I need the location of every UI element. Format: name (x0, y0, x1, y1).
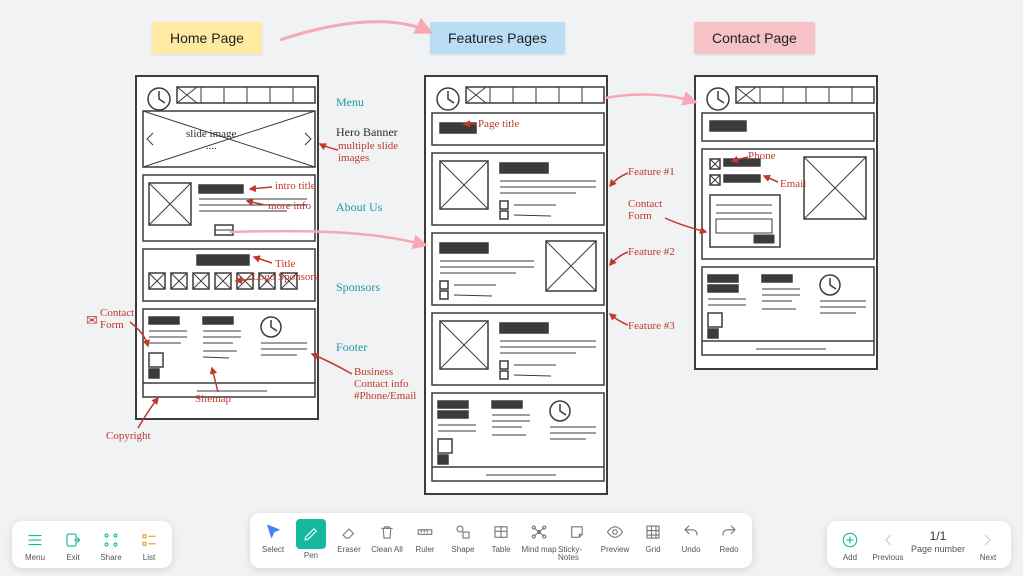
pen-icon (296, 519, 326, 549)
sticky-label: Features Pages (448, 30, 547, 46)
anno-sponsors: Sponsors (336, 280, 380, 295)
anno-copyright: Copyright (106, 430, 151, 442)
next-page-button[interactable]: Next (969, 527, 1007, 564)
mindmap-button[interactable]: Mind map (520, 519, 558, 556)
clean-button[interactable]: Clean All (368, 519, 406, 556)
page-number-display: 1/1 Page number (907, 527, 969, 556)
shape-icon (452, 521, 474, 543)
share-icon (100, 529, 122, 551)
sticky-button[interactable]: Sticky-Notes (558, 519, 596, 564)
eraser-icon (338, 521, 360, 543)
redo-button[interactable]: Redo (710, 519, 748, 556)
menu-icon (24, 529, 46, 551)
previous-page-button[interactable]: Previous (869, 527, 907, 564)
trash-icon (376, 521, 398, 543)
share-button[interactable]: Share (92, 527, 130, 564)
list-icon (138, 529, 160, 551)
anno-feature1: Feature #1 (628, 166, 675, 178)
anno-about: About Us (336, 200, 382, 215)
redo-icon (718, 521, 740, 543)
ruler-button[interactable]: Ruler (406, 519, 444, 556)
anno-multi-slide: multiple slide images (338, 140, 398, 164)
toolbar-right: Add Previous 1/1 Page number Next (827, 521, 1011, 568)
wireframe-contact[interactable] (694, 75, 878, 370)
add-page-button[interactable]: Add (831, 527, 869, 564)
sticky-features[interactable]: Features Pages (430, 22, 565, 54)
chevron-right-icon (977, 529, 999, 551)
anno-hero: Hero Banner (336, 125, 398, 140)
pen-button[interactable]: Pen (292, 519, 330, 562)
anno-menu: Menu (336, 95, 364, 110)
chevron-left-icon (877, 529, 899, 551)
ruler-icon (414, 521, 436, 543)
undo-icon (680, 521, 702, 543)
toolbar-center: Select Pen Eraser Clean All Ruler Shape … (250, 513, 752, 568)
sticky-icon (566, 521, 588, 543)
table-button[interactable]: Table (482, 519, 520, 556)
eraser-button[interactable]: Eraser (330, 519, 368, 556)
preview-button[interactable]: Preview (596, 519, 634, 556)
anno-contact-form-big: Contact Form (628, 198, 662, 222)
grid-button[interactable]: Grid (634, 519, 672, 556)
envelope-icon: ✉ (86, 313, 98, 330)
sticky-contact[interactable]: Contact Page (694, 22, 815, 54)
select-button[interactable]: Select (254, 519, 292, 556)
shape-button[interactable]: Shape (444, 519, 482, 556)
table-icon (490, 521, 512, 543)
plus-circle-icon (839, 529, 861, 551)
eye-icon (604, 521, 626, 543)
grid-icon (642, 521, 664, 543)
exit-button[interactable]: Exit (54, 527, 92, 564)
menu-button[interactable]: Menu (16, 527, 54, 564)
wireframe-home[interactable] (135, 75, 319, 420)
anno-footer: Footer (336, 340, 367, 355)
sticky-label: Contact Page (712, 30, 797, 46)
anno-business-contact: Business Contact info #Phone/Email (354, 366, 416, 402)
sticky-home[interactable]: Home Page (152, 22, 262, 54)
cursor-icon (262, 521, 284, 543)
toolbar-left: Menu Exit Share List (12, 521, 172, 568)
anno-feature3: Feature #3 (628, 320, 675, 332)
sticky-label: Home Page (170, 30, 244, 46)
anno-feature2: Feature #2 (628, 246, 675, 258)
exit-icon (62, 529, 84, 551)
list-button[interactable]: List (130, 527, 168, 564)
anno-contact-form-small: Contact Form (100, 307, 134, 331)
mindmap-icon (528, 521, 550, 543)
wireframe-features[interactable] (424, 75, 608, 495)
undo-button[interactable]: Undo (672, 519, 710, 556)
